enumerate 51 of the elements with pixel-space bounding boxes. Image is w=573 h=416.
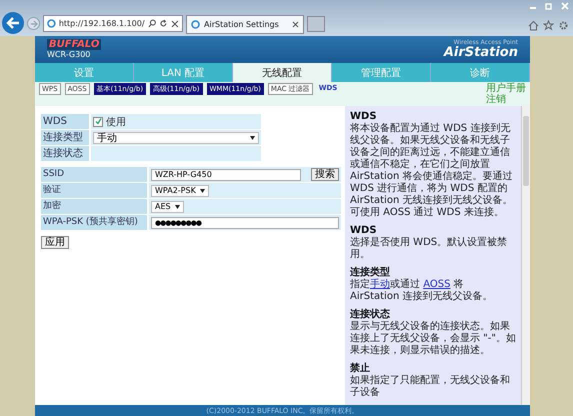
- help-heading: WDS: [350, 110, 378, 122]
- dropdown[interactable]: WPA2-PSK: [151, 184, 209, 196]
- search-icon[interactable]: [148, 19, 156, 28]
- help-link[interactable]: AOSS: [423, 279, 450, 290]
- checkbox-label: 使用: [106, 116, 126, 128]
- address-bar[interactable]: http://192.168.1.100/: [43, 15, 183, 32]
- help-heading: 连接类型: [350, 266, 391, 278]
- apply-button[interactable]: 应用: [41, 236, 69, 249]
- help-paragraph: 将本设备配置为通过 WDS 连接到无线父设备。如果无线父设备和无线子设备之间的距离过远，不能建立通信或通信不稳定，在它们之间放置 AirStation 将会使通信稳定。要通过 WDS 进行通信，将为 WDS 配置的 AirStation 无线连接到无线父设备。可使用 AOSS 通过 WDS 来连接。: [350, 123, 514, 219]
- field-label: WDS: [41, 114, 89, 129]
- field-label: 连接类型: [41, 130, 89, 145]
- caret-icon: [250, 136, 255, 140]
- help-heading: 禁止: [350, 362, 371, 374]
- close-icon[interactable]: [171, 20, 179, 28]
- field-label: SSID: [41, 167, 147, 182]
- help-paragraph: 选择是否使用 WDS。默认设置被禁用。: [350, 237, 508, 261]
- checkbox[interactable]: [93, 116, 103, 126]
- field-label: WPA-PSK (预共享密钥): [41, 215, 147, 230]
- close-icon[interactable]: [292, 21, 299, 28]
- restore-icon[interactable]: [545, 2, 553, 10]
- home-icon[interactable]: [528, 20, 539, 31]
- product-logo: AirStation: [444, 46, 518, 60]
- help-paragraph: 指定手动或通过 AOSS 将 AirStation 连接到无线父设备。: [350, 279, 494, 303]
- model-name: WCR-G300: [47, 50, 92, 60]
- help-heading: WDS: [350, 224, 378, 236]
- field-label: 加密: [41, 199, 147, 214]
- star-icon[interactable]: [543, 20, 554, 31]
- settings-icon[interactable]: [558, 20, 569, 31]
- refresh-icon[interactable]: [159, 19, 168, 28]
- new-tab-button[interactable]: [307, 16, 325, 32]
- back-button[interactable]: [2, 12, 24, 34]
- caret-icon: [200, 188, 205, 192]
- tab-title: AirStation Settings: [204, 20, 280, 29]
- left-arrow-icon: [6, 17, 20, 29]
- field-label: 验证: [41, 183, 147, 198]
- right-arrow-icon: [30, 20, 38, 28]
- help-paragraph: 显示与无线父设备的连接状态。如果连接上了无线父设备，会显示 "-"。如果未连接，则显示错误的描述。: [350, 321, 516, 357]
- help-link[interactable]: 手动: [370, 279, 390, 290]
- help-heading: 连接状态: [350, 308, 391, 320]
- brand-logo: BUFFALO: [47, 39, 102, 50]
- dropdown[interactable]: 手动: [93, 132, 259, 144]
- field-label: 连接状态: [41, 146, 89, 161]
- ssid-input[interactable]: WZR-HP-G450: [151, 168, 301, 180]
- search-button[interactable]: 搜索: [311, 168, 339, 181]
- dropdown[interactable]: AES: [151, 200, 184, 212]
- scrollbar[interactable]: [521, 106, 530, 405]
- url-text: http://192.168.1.100/: [58, 19, 145, 28]
- nav-tab[interactable]: 无线配置: [233, 63, 332, 82]
- help-paragraph: 如果指定了只能配置，无线父设备和子设备: [350, 375, 511, 399]
- browser-tab[interactable]: AirStation Settings: [186, 15, 304, 34]
- caret-icon: [174, 204, 180, 208]
